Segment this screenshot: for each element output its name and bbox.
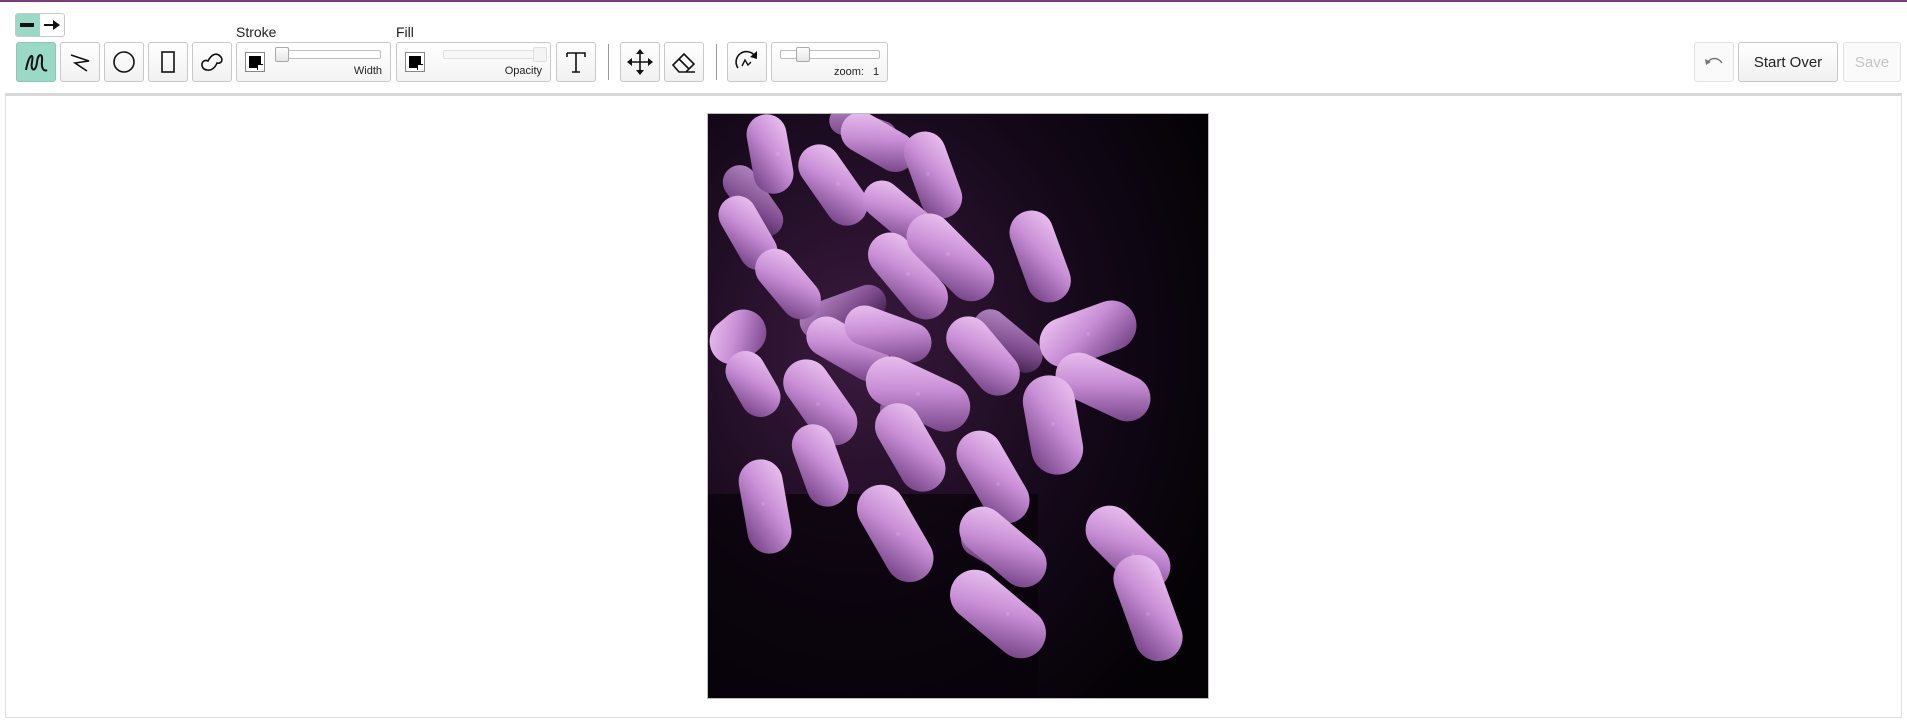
zoom-value: 1 (873, 66, 880, 78)
undo-button[interactable] (1694, 42, 1734, 82)
move-arrows-icon (627, 49, 653, 75)
stroke-width-slider-track[interactable] (277, 50, 381, 59)
stroke-color-swatch[interactable] (245, 52, 265, 72)
rectangle-icon (161, 51, 175, 73)
toolbar-separator (716, 44, 717, 80)
start-over-button[interactable]: Start Over (1738, 42, 1838, 82)
bacteria-micrograph-image (707, 113, 1209, 699)
fill-panel: Opacity (396, 42, 551, 82)
blob-shape-icon (201, 53, 223, 71)
text-T-icon (566, 52, 586, 73)
polyline-icon (70, 54, 90, 72)
line-tool-button[interactable] (60, 42, 100, 82)
undo-icon (1705, 57, 1723, 65)
stroke-width-slider-thumb[interactable] (275, 47, 289, 62)
eraser-tool-button[interactable] (664, 42, 704, 82)
fill-opacity-label: Opacity (504, 65, 542, 77)
toolbar-separator (608, 44, 609, 80)
shape-tool-button[interactable] (192, 42, 232, 82)
eraser-icon (671, 52, 696, 73)
freehand-squiggle-icon (25, 54, 48, 72)
circle-tool-button[interactable] (104, 42, 144, 82)
fill-opacity-slider-thumb[interactable] (533, 47, 547, 62)
text-tool-button[interactable] (556, 42, 596, 82)
move-tool-button[interactable] (620, 42, 660, 82)
line-mode-toggle[interactable] (15, 13, 65, 37)
plain-line-icon (20, 23, 34, 27)
freehand-tool-button[interactable] (16, 42, 56, 82)
drawing-toolbar: Stroke Width Fill Opacity zoom: 1 Start … (0, 2, 1907, 92)
color-picker-corner-icon (417, 64, 423, 70)
fill-label: Fill (396, 24, 414, 40)
stroke-width-label: Width (353, 65, 382, 77)
circle-icon (113, 51, 135, 73)
stroke-label: Stroke (236, 24, 277, 40)
arrow-line-icon (44, 20, 60, 30)
color-picker-corner-icon (257, 64, 263, 70)
fill-color-swatch[interactable] (405, 52, 425, 72)
zoom-panel: zoom: 1 (771, 42, 888, 82)
rotate-tool-button[interactable] (727, 42, 767, 82)
zoom-slider-track[interactable] (780, 50, 880, 59)
plain-line-option[interactable] (16, 14, 40, 36)
save-button[interactable]: Save (1843, 42, 1901, 82)
rotate-icon (735, 50, 757, 69)
rectangle-tool-button[interactable] (148, 42, 188, 82)
stroke-panel: Width (236, 42, 391, 82)
fill-opacity-slider-track[interactable] (443, 50, 543, 59)
arrow-line-option[interactable] (40, 14, 64, 36)
zoom-label: zoom: (834, 66, 864, 78)
zoom-slider-thumb[interactable] (796, 47, 810, 62)
